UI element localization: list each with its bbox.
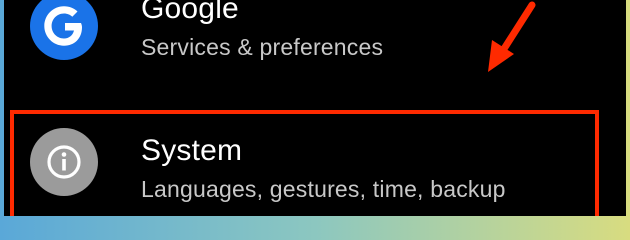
pointer-arrow-icon	[488, 1, 536, 72]
settings-item-subtitle: Services & preferences	[141, 34, 384, 60]
settings-screen: Google Services & preferences System Lan…	[4, 0, 626, 216]
highlight-box	[10, 110, 599, 216]
settings-item-title: Google	[141, 0, 239, 25]
google-g-icon	[30, 0, 98, 60]
